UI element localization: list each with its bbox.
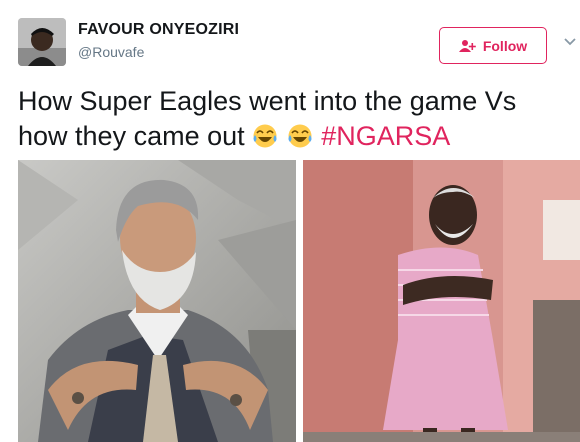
follow-button[interactable]: Follow	[439, 27, 547, 64]
tweet-photo-left[interactable]	[18, 160, 296, 442]
add-user-icon	[458, 39, 476, 52]
follow-label: Follow	[482, 37, 528, 54]
hashtag-link[interactable]: #NGARSA	[321, 121, 450, 151]
display-name[interactable]: FAVOUR ONYEOZIRI	[78, 21, 239, 39]
tweet-photo-right[interactable]	[303, 160, 580, 442]
avatar[interactable]	[18, 18, 66, 66]
user-handle[interactable]: @Rouvafe	[78, 44, 144, 60]
tweet-text: How Super Eagles went into the game Vs h…	[18, 84, 566, 154]
tears-of-joy-emoji-icon	[253, 124, 277, 148]
tears-of-joy-emoji-icon	[288, 124, 312, 148]
chevron-down-icon[interactable]	[564, 36, 576, 48]
tweet-card: FAVOUR ONYEOZIRI @Rouvafe Follow How Sup…	[0, 0, 580, 442]
